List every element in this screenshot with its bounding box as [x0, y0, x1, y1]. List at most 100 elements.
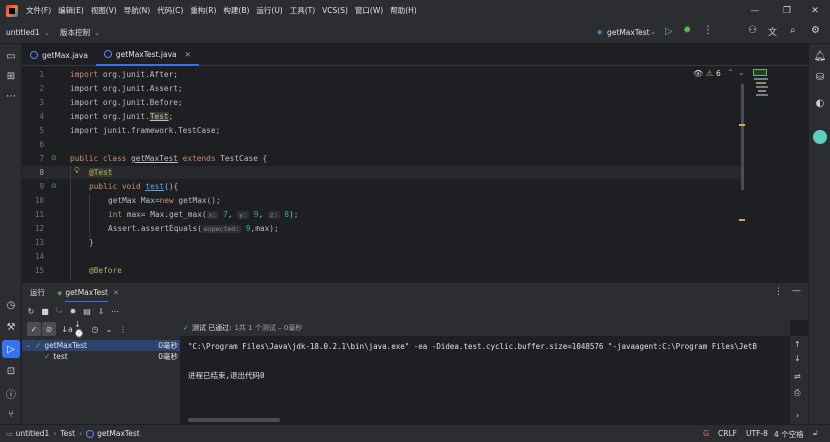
more-icon[interactable]: ⋮: [116, 322, 130, 336]
git-icon[interactable]: ⑂: [0, 405, 22, 423]
google-icon[interactable]: G: [703, 429, 709, 438]
structure-icon[interactable]: ⊞: [0, 67, 22, 85]
search-icon[interactable]: ⌕: [790, 25, 796, 36]
debug-rerun-icon[interactable]: ✹: [66, 304, 80, 318]
project-selector[interactable]: untitled1: [6, 28, 40, 37]
menu-navigate[interactable]: 导航(N): [124, 5, 150, 16]
minimap-viewport[interactable]: [753, 69, 767, 76]
breadcrumb-folder[interactable]: Test: [60, 429, 75, 438]
tab-getmaxtest[interactable]: getMaxTest.java ✕: [95, 44, 199, 66]
down-icon[interactable]: ↓: [794, 354, 801, 363]
reader-mode-icon[interactable]: 👁︎: [693, 69, 703, 78]
bulb-icon[interactable]: 💡︎: [74, 166, 80, 176]
stop-icon[interactable]: ■: [38, 304, 52, 318]
line-number: 15: [34, 266, 44, 275]
restore-icon[interactable]: ❐: [772, 0, 802, 21]
run-config-selector[interactable]: getMaxTest: [607, 28, 650, 37]
run-icon[interactable]: ▷: [665, 26, 673, 37]
build-icon[interactable]: ⚒: [0, 318, 22, 336]
close-tab-icon[interactable]: ✕: [185, 50, 191, 59]
menu-code[interactable]: 代码(C): [157, 5, 183, 16]
terminal-icon[interactable]: ⊡: [0, 362, 22, 380]
rerun-icon[interactable]: ↻: [24, 304, 38, 318]
tab-getmax[interactable]: getMax.java: [22, 44, 96, 66]
problems-icon[interactable]: ⓘ: [0, 384, 22, 402]
sort-duration-icon[interactable]: ↓⌚: [74, 320, 88, 338]
coverage-icon[interactable]: ▤: [80, 304, 94, 318]
minimize-panel-icon[interactable]: —: [792, 286, 801, 296]
indent-setting[interactable]: 4 个空格: [774, 429, 804, 440]
run-tab-getmaxtest[interactable]: getMaxTest: [65, 288, 108, 303]
chevron-down-icon[interactable]: ⌄: [26, 342, 31, 349]
add-user-icon[interactable]: ⚇: [748, 25, 757, 36]
close-tab-icon[interactable]: ✕: [113, 289, 119, 297]
up-icon[interactable]: ↑: [794, 340, 801, 349]
more-icon[interactable]: ⋮: [774, 287, 783, 297]
minimize-icon[interactable]: —: [740, 0, 770, 21]
tree-label: getMaxTest: [44, 341, 87, 350]
folder-icon[interactable]: ▭: [0, 47, 22, 65]
run-gutter-icon[interactable]: ⊙: [51, 154, 57, 162]
assistant-icon[interactable]: [809, 128, 830, 146]
database-icon[interactable]: ⛁: [809, 68, 830, 86]
tree-row-getmaxtest[interactable]: ⌄ ✓ getMaxTest 0毫秒: [22, 340, 180, 351]
more-tools-icon[interactable]: ⋯: [0, 87, 22, 105]
code-line-12: Assert.assertEquals(expected: 9,max);: [108, 224, 279, 233]
sort-alpha-icon[interactable]: ↓a: [60, 322, 74, 336]
chevron-down-icon[interactable]: ⌄: [44, 28, 50, 37]
vcs-selector[interactable]: 版本控制: [60, 27, 90, 38]
more-icon[interactable]: ⋯: [108, 304, 122, 318]
menu-tools[interactable]: 工具(T): [290, 5, 315, 16]
debug-icon[interactable]: ✹: [683, 25, 691, 36]
line-number: 12: [34, 224, 44, 233]
settings-icon[interactable]: ⚙: [811, 25, 820, 36]
menu-file[interactable]: 文件(F): [26, 5, 51, 16]
lock-icon[interactable]: 🔓︎: [813, 428, 818, 438]
breadcrumb-project[interactable]: untitled1: [16, 429, 50, 438]
scrollbar-thumb[interactable]: [741, 84, 744, 190]
code-editor[interactable]: 1 2 3 4 5 6 7 8 9 10 11 12 13 14 15 ⊙ ⊙ …: [22, 66, 808, 280]
code-line-4: import org.junit.Test;: [70, 112, 174, 121]
chevron-right-icon[interactable]: ›: [796, 411, 799, 420]
show-passed-icon[interactable]: ✓: [27, 322, 41, 336]
soft-wrap-icon[interactable]: ⇌: [794, 372, 801, 381]
menu-view[interactable]: 视图(V): [91, 5, 117, 16]
menu-vcs[interactable]: VCS(S): [322, 6, 348, 15]
profiler-icon[interactable]: ◷: [0, 296, 22, 314]
menu-refactor[interactable]: 重构(R): [190, 5, 216, 16]
shield-icon[interactable]: ◐: [809, 94, 830, 112]
translate-icon[interactable]: 文: [768, 25, 777, 38]
close-window-icon[interactable]: ✕: [800, 0, 830, 21]
history-icon[interactable]: ◷: [88, 322, 102, 336]
run-gutter-icon[interactable]: ⊙: [51, 182, 57, 190]
run-tool-icon[interactable]: ▷: [2, 340, 20, 358]
notifications-icon[interactable]: 🔔︎: [809, 47, 830, 65]
file-encoding[interactable]: UTF-8: [746, 429, 768, 438]
print-icon[interactable]: ⎙: [794, 388, 800, 398]
breadcrumb-file[interactable]: getMaxTest: [97, 429, 140, 438]
menu-build[interactable]: 构建(B): [223, 5, 249, 16]
java-class-icon: [103, 50, 112, 58]
chevron-down-icon[interactable]: ⌄: [738, 68, 745, 77]
menu-help[interactable]: 帮助(H): [390, 5, 417, 16]
code-line-10: getMax Max=new getMax();: [108, 196, 221, 205]
console-output[interactable]: "C:\Program Files\Java\jdk-18.0.2.1\bin\…: [180, 336, 790, 424]
warning-icon[interactable]: ⚠: [706, 69, 713, 78]
expand-icon[interactable]: ⌄: [102, 322, 116, 336]
horizontal-scrollbar[interactable]: [188, 418, 280, 422]
chevron-down-icon[interactable]: ⌄: [650, 27, 656, 36]
code-line-2: import org.junit.Assert;: [70, 84, 183, 93]
show-ignored-icon[interactable]: ⊘: [42, 322, 56, 336]
menu-edit[interactable]: 编辑(E): [58, 5, 84, 16]
menu-run[interactable]: 运行(U): [256, 5, 282, 16]
tree-row-test[interactable]: ✓ test 0毫秒: [22, 351, 180, 362]
menu-window[interactable]: 窗口(W): [355, 5, 383, 16]
line-separator[interactable]: CRLF: [718, 429, 737, 438]
minimap[interactable]: [752, 66, 786, 280]
chevron-up-icon[interactable]: ⌃: [727, 68, 734, 77]
rerun-failed-icon[interactable]: ⤿: [52, 304, 66, 318]
chevron-down-icon[interactable]: ⌄: [94, 28, 100, 37]
console-side-toolbar: ↑ ↓ ⇌ ⎙ ›: [790, 336, 808, 424]
export-icon[interactable]: ⇩: [94, 304, 108, 318]
more-icon[interactable]: ⋮: [703, 25, 713, 36]
